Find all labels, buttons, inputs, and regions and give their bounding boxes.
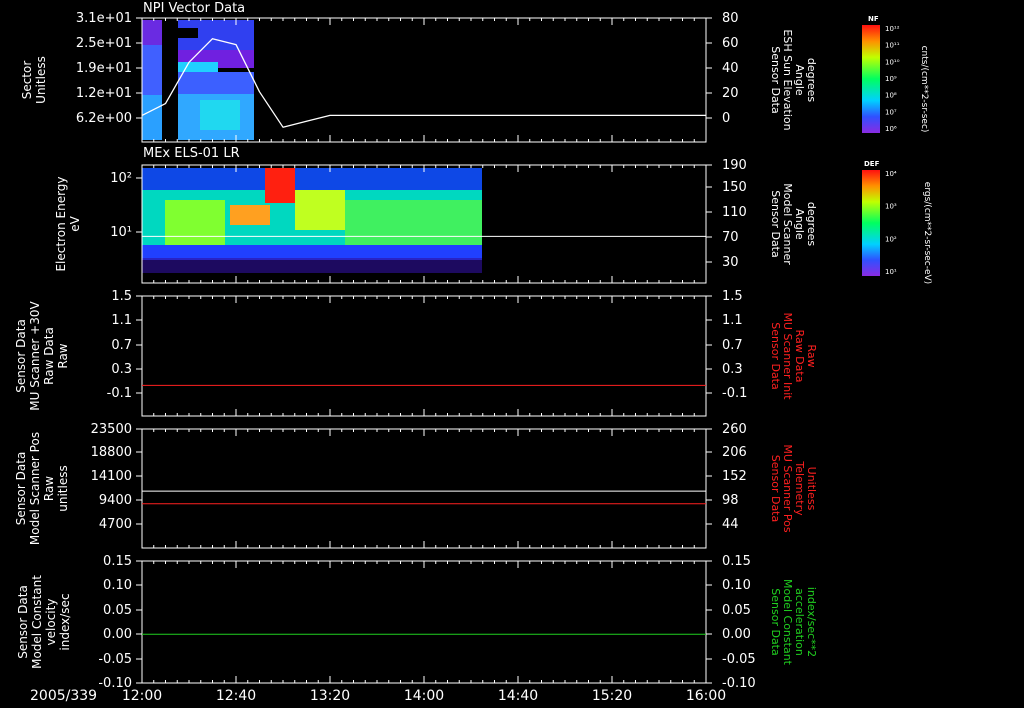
colorbar1-label: NF [868, 15, 879, 23]
colorbar2-label: DEF [864, 160, 880, 168]
date-label: 2005/339 [30, 688, 98, 704]
overlay: NPI Vector Data MEx ELS-01 LR 2005/339 N… [0, 0, 1024, 708]
panel1-title: NPI Vector Data [143, 1, 246, 16]
panel2-title: MEx ELS-01 LR [143, 146, 240, 161]
